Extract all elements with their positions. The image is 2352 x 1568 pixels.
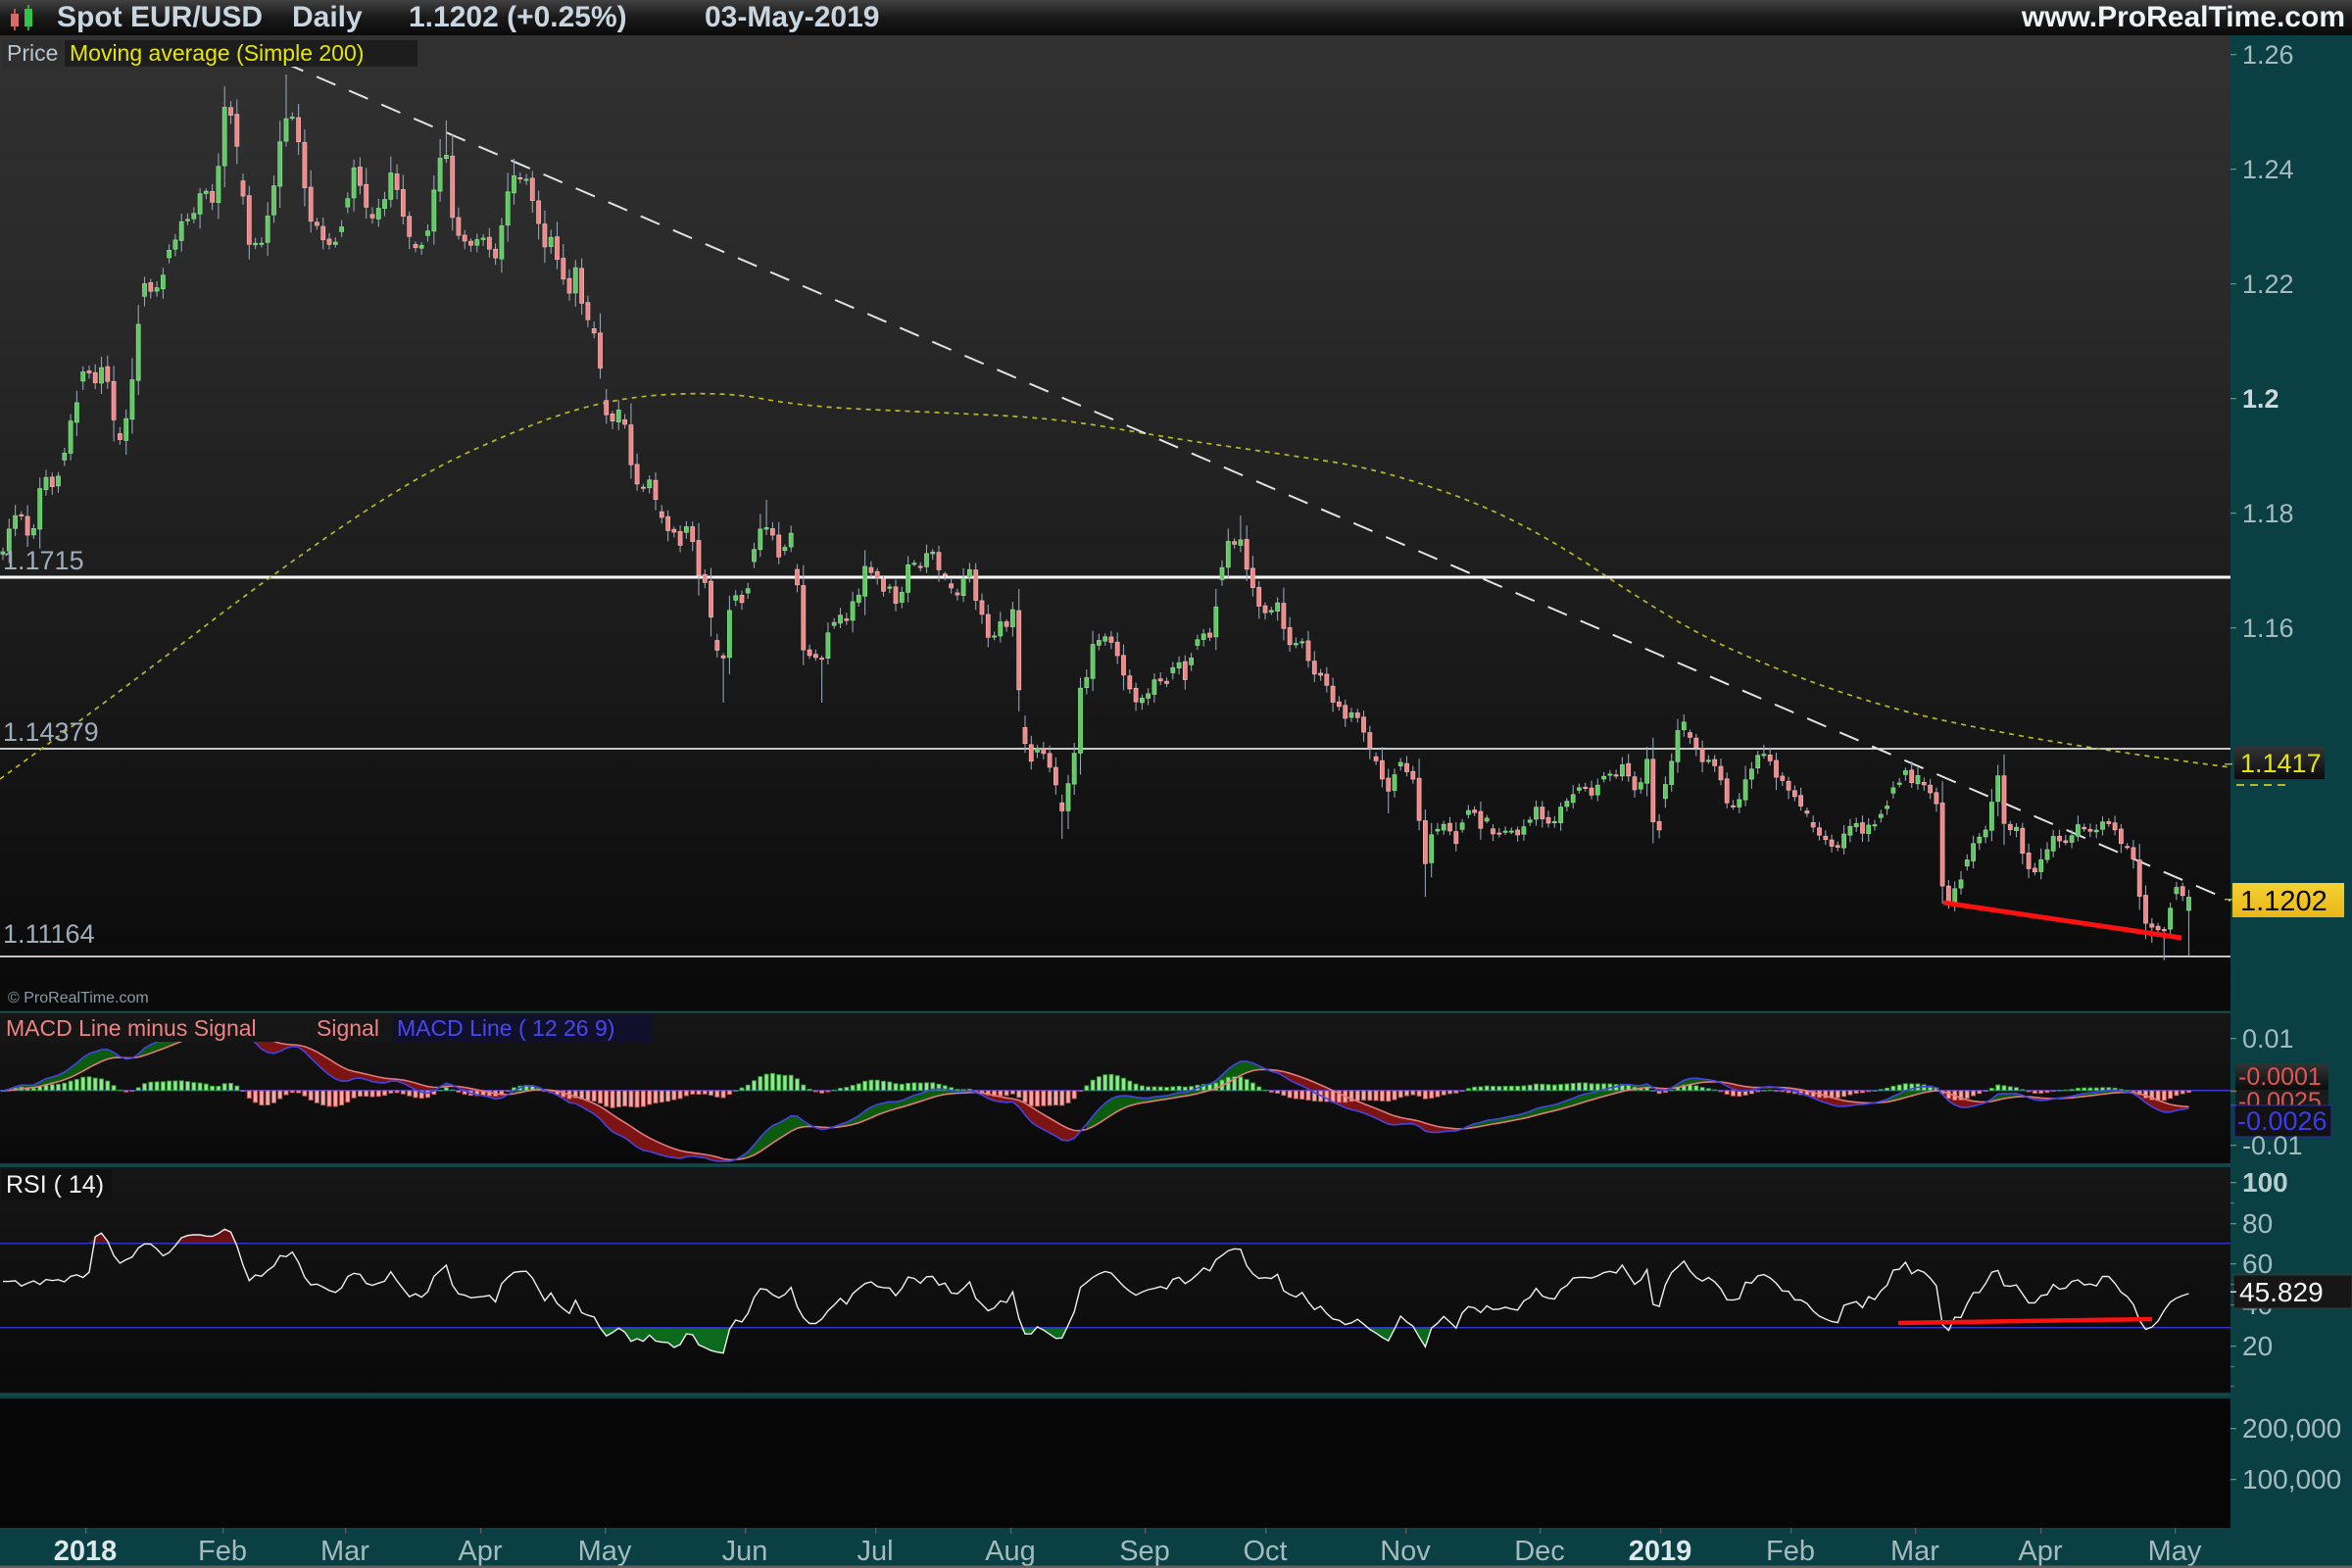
svg-text:May: May <box>578 1536 632 1567</box>
svg-text:1.24: 1.24 <box>2242 155 2294 184</box>
svg-text:Apr: Apr <box>2018 1536 2062 1567</box>
svg-text:80: 80 <box>2242 1208 2273 1239</box>
svg-text:2019: 2019 <box>1629 1536 1692 1567</box>
svg-text:1.1417: 1.1417 <box>2240 749 2322 778</box>
svg-text:Sep: Sep <box>1119 1536 1170 1567</box>
svg-text:Jul: Jul <box>857 1536 893 1567</box>
svg-text:Dec: Dec <box>1514 1536 1565 1567</box>
svg-text:60: 60 <box>2242 1249 2273 1279</box>
svg-text:© ProRealTime.com: © ProRealTime.com <box>8 990 149 1006</box>
svg-text:0.01: 0.01 <box>2242 1024 2294 1054</box>
svg-text:100,000: 100,000 <box>2242 1464 2341 1494</box>
svg-text:45.829: 45.829 <box>2239 1277 2324 1307</box>
svg-text:1.11164: 1.11164 <box>3 919 95 949</box>
svg-text:MACD Line ( 12 26 9): MACD Line ( 12 26 9) <box>397 1015 614 1041</box>
svg-text:Mar: Mar <box>1890 1536 1939 1567</box>
svg-text:1.14379: 1.14379 <box>3 717 99 747</box>
svg-text:1.1202: 1.1202 <box>2240 886 2328 917</box>
svg-text:2018: 2018 <box>54 1536 118 1567</box>
svg-text:1.26: 1.26 <box>2242 40 2294 70</box>
svg-text:1.2: 1.2 <box>2242 384 2279 414</box>
svg-text:Spot EUR/USD: Spot EUR/USD <box>57 1 263 33</box>
svg-text:Mar: Mar <box>320 1536 369 1567</box>
svg-text:100: 100 <box>2242 1167 2288 1198</box>
svg-text:1.18: 1.18 <box>2242 499 2294 528</box>
svg-text:200,000: 200,000 <box>2242 1413 2341 1444</box>
svg-text:May: May <box>2148 1536 2202 1567</box>
svg-text:Daily: Daily <box>292 1 363 33</box>
svg-text:1.16: 1.16 <box>2242 613 2294 643</box>
svg-text:Price: Price <box>7 40 58 66</box>
svg-text:-0.01: -0.01 <box>2242 1131 2303 1160</box>
svg-text:Feb: Feb <box>1766 1536 1815 1567</box>
svg-text:Moving average (Simple 200): Moving average (Simple 200) <box>70 40 364 66</box>
svg-text:Apr: Apr <box>458 1536 502 1567</box>
svg-text:1.1715: 1.1715 <box>3 546 84 575</box>
svg-text:1.22: 1.22 <box>2242 270 2294 299</box>
svg-text:03-May-2019: 03-May-2019 <box>705 1 879 33</box>
svg-text:MACD Line minus Signal: MACD Line minus Signal <box>6 1015 257 1041</box>
svg-text:Feb: Feb <box>198 1536 247 1567</box>
svg-text:1.1202 (+0.25%): 1.1202 (+0.25%) <box>409 1 627 33</box>
svg-text:20: 20 <box>2242 1331 2273 1361</box>
svg-text:www.ProRealTime.com: www.ProRealTime.com <box>2021 1 2345 33</box>
svg-text:Aug: Aug <box>985 1536 1036 1567</box>
svg-text:-0.0001: -0.0001 <box>2238 1063 2322 1091</box>
svg-text:Oct: Oct <box>1243 1536 1287 1567</box>
svg-text:Jun: Jun <box>722 1536 768 1567</box>
svg-text:Nov: Nov <box>1380 1536 1431 1567</box>
svg-text:RSI ( 14): RSI ( 14) <box>6 1171 104 1199</box>
svg-text:Signal: Signal <box>317 1015 379 1041</box>
